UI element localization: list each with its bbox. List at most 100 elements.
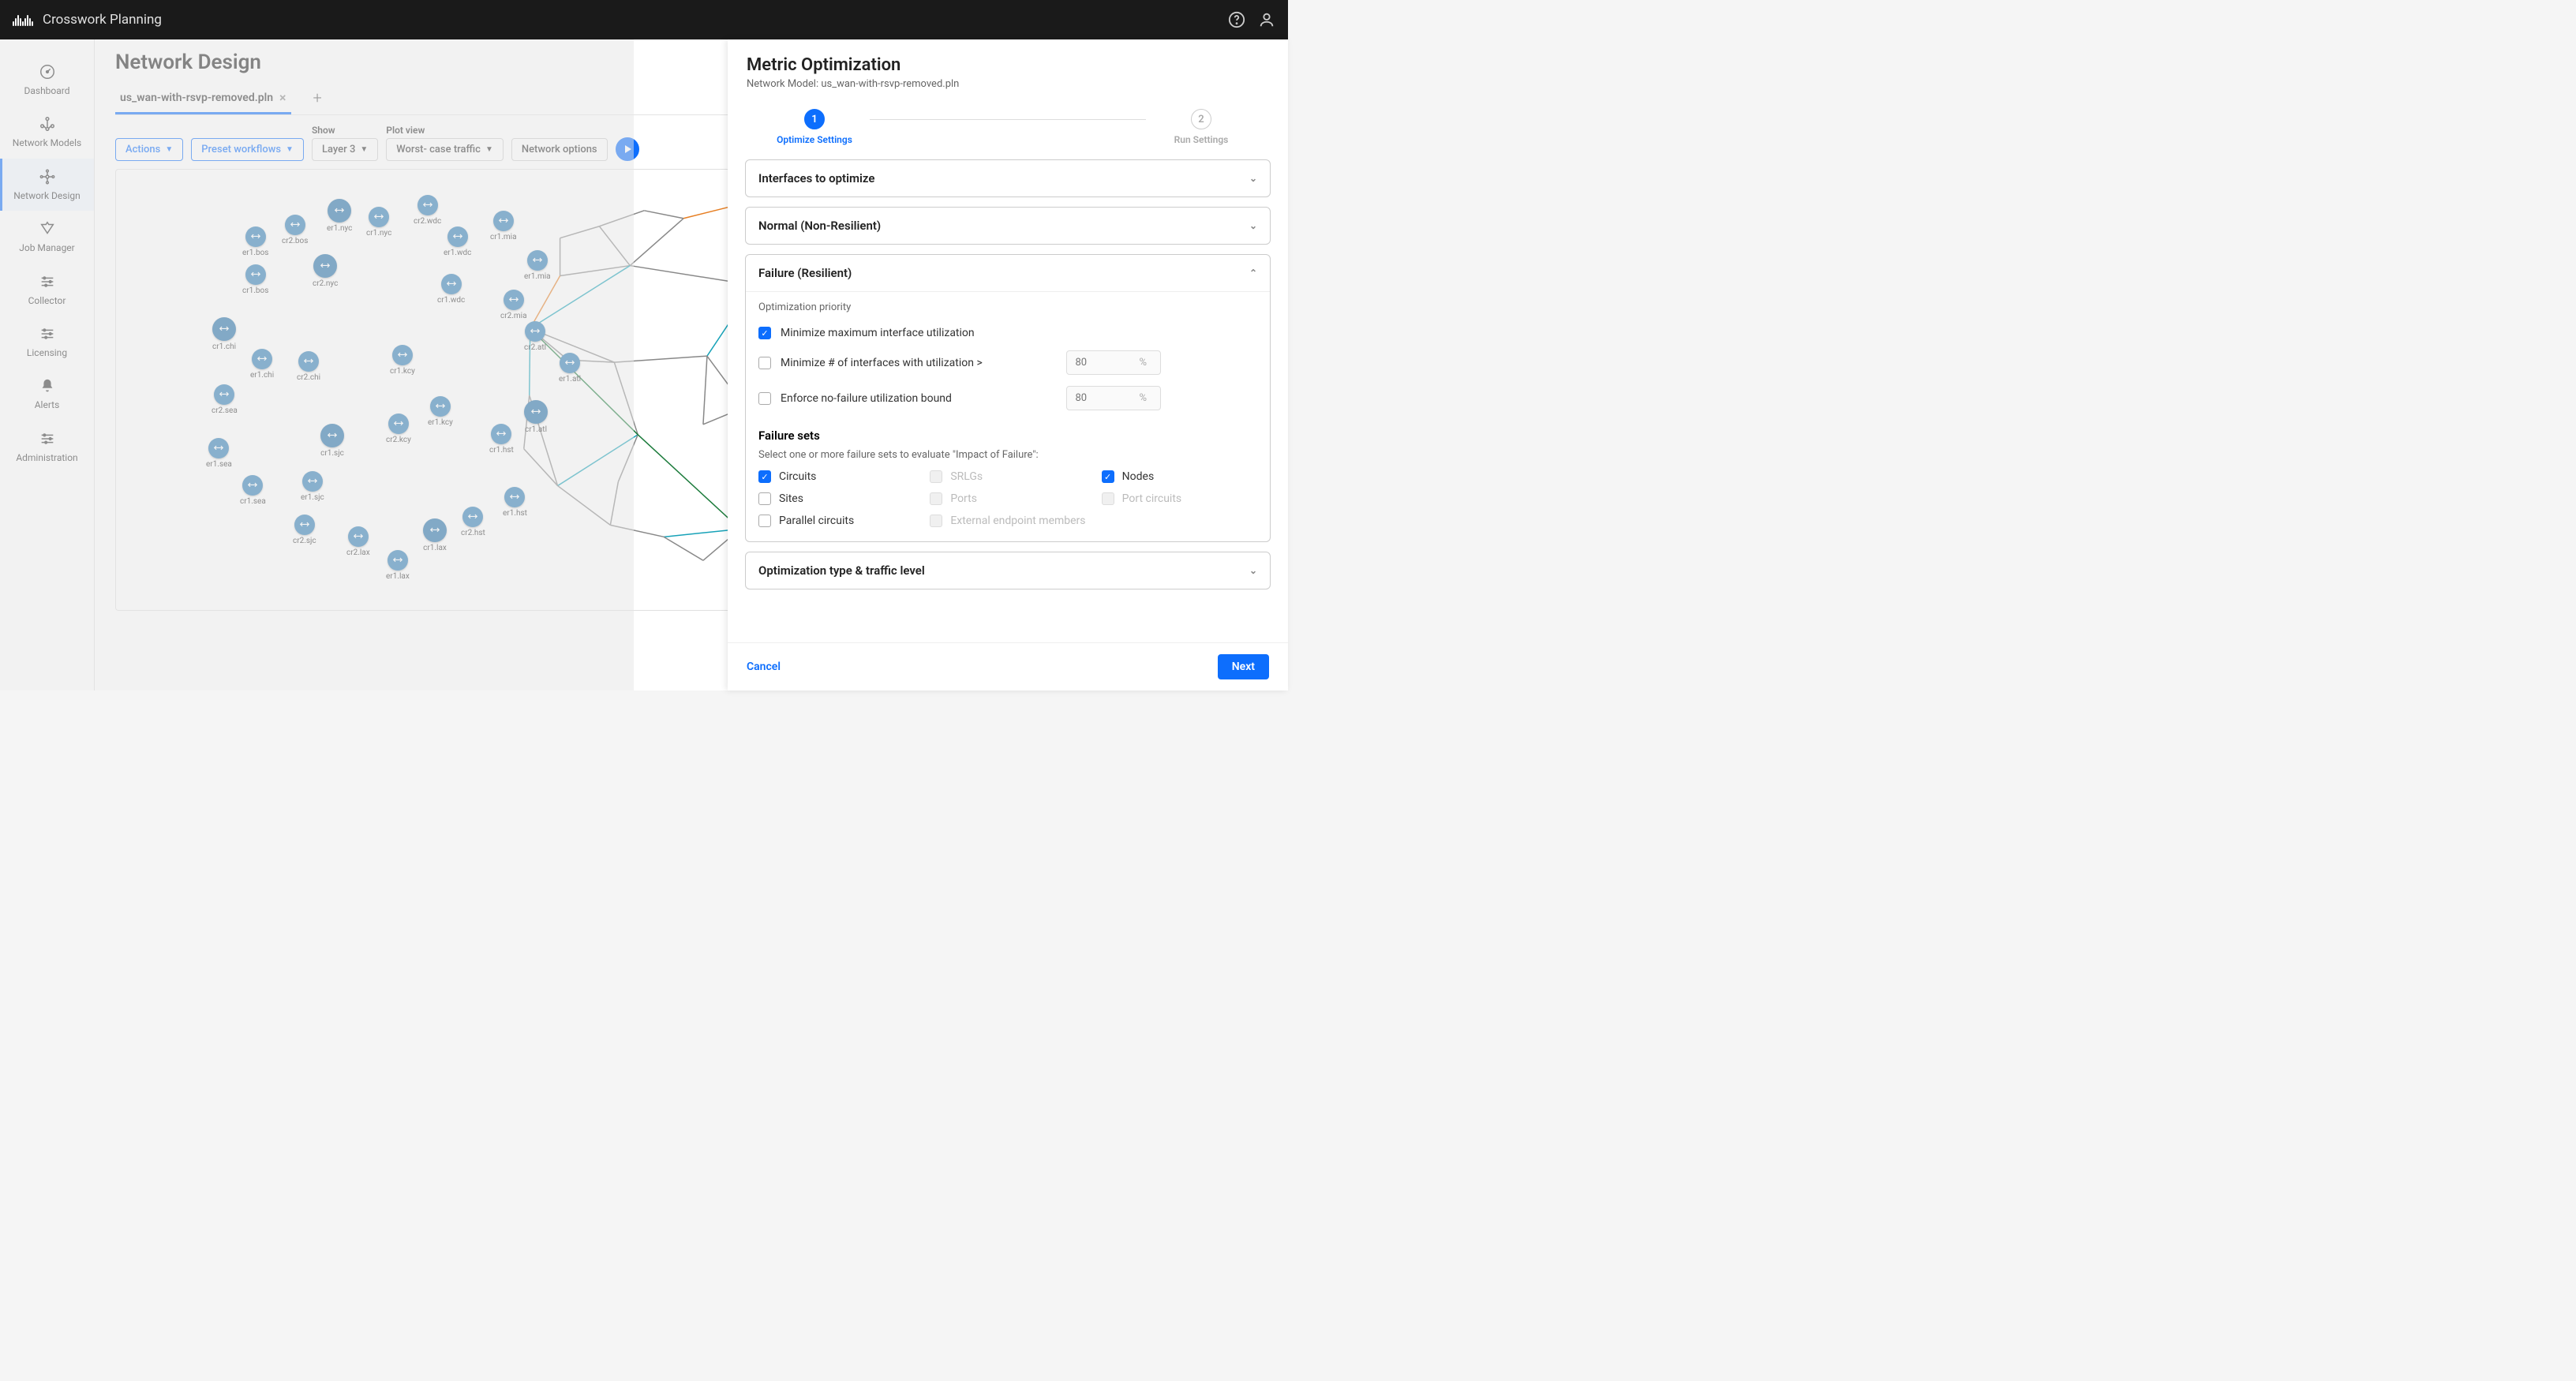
user-icon[interactable] <box>1258 11 1275 28</box>
network-node[interactable]: cr2.chi <box>297 351 320 382</box>
network-node[interactable]: cr2.mia <box>500 290 527 320</box>
preset-workflows-dropdown[interactable]: Preset workflows ▼ <box>191 138 304 161</box>
router-icon <box>462 507 483 527</box>
network-node[interactable]: er1.sea <box>206 438 232 469</box>
add-tab-button[interactable]: + <box>313 88 322 112</box>
sidebar-item-network-models[interactable]: Network Models <box>0 106 94 158</box>
network-node[interactable]: cr1.lax <box>423 518 447 552</box>
chevron-down-icon: ▼ <box>286 145 294 154</box>
sidebar-item-licensing[interactable]: Licensing <box>0 316 94 368</box>
network-node[interactable]: er1.chi <box>250 349 274 380</box>
router-icon <box>388 414 409 434</box>
accordion-header-normal[interactable]: Normal (Non-Resilient) ⌄ <box>746 208 1270 244</box>
network-node[interactable]: er1.atl <box>559 353 581 384</box>
network-node[interactable]: cr2.atl <box>524 321 546 352</box>
checkbox-sites[interactable] <box>758 492 771 505</box>
plot-view-dropdown[interactable]: Worst- case traffic ▼ <box>386 138 504 161</box>
network-options-button[interactable]: Network options <box>511 138 608 161</box>
sidebar-item-label: Administration <box>16 452 77 463</box>
network-node[interactable]: cr2.nyc <box>313 254 338 288</box>
help-icon[interactable] <box>1228 11 1245 28</box>
layer-dropdown[interactable]: Layer 3 ▼ <box>312 138 378 161</box>
sidebar-item-label: Alerts <box>35 399 60 410</box>
chevron-down-icon: ▼ <box>360 145 368 154</box>
network-node[interactable]: cr1.nyc <box>366 207 391 238</box>
network-node[interactable]: cr1.wdc <box>437 274 465 305</box>
network-node[interactable]: er1.mia <box>524 250 551 281</box>
network-node[interactable]: cr1.hst <box>489 424 514 455</box>
step-run-settings[interactable]: 2 Run Settings <box>1146 109 1256 145</box>
fs-label: External endpoint members <box>950 515 1085 527</box>
section-title: Normal (Non-Resilient) <box>758 219 881 233</box>
play-button[interactable] <box>616 137 639 161</box>
accordion-header-failure[interactable]: Failure (Resilient) ⌃ <box>746 255 1270 291</box>
network-node[interactable]: cr2.wdc <box>414 195 441 226</box>
network-node[interactable]: cr1.atl <box>524 400 548 434</box>
network-node[interactable]: cr1.kcy <box>390 345 415 376</box>
fs-label: Sites <box>779 492 803 505</box>
network-node[interactable]: cr1.chi <box>212 317 236 351</box>
sidebar-item-job-manager[interactable]: Job Manager <box>0 211 94 263</box>
failure-sets-title: Failure sets <box>758 429 1257 443</box>
checkbox-circuits[interactable] <box>758 470 771 483</box>
accordion-header-interfaces[interactable]: Interfaces to optimize ⌄ <box>746 160 1270 196</box>
checkbox-minimize-num[interactable] <box>758 357 771 369</box>
network-node[interactable]: cr2.lax <box>346 526 370 557</box>
fs-sites: Sites <box>758 492 914 505</box>
node-label: cr1.nyc <box>366 229 391 238</box>
sidebar-item-network-design[interactable]: Network Design <box>0 159 94 211</box>
network-node[interactable]: cr2.hst <box>461 507 485 537</box>
checkbox-enforce[interactable] <box>758 392 771 405</box>
network-node[interactable]: er1.wdc <box>444 226 471 257</box>
node-label: er1.sea <box>206 460 232 469</box>
network-node[interactable]: cr1.mia <box>490 211 517 241</box>
file-tab[interactable]: us_wan-with-rsvp-removed.pln × <box>115 85 291 114</box>
sidebar-item-alerts[interactable]: Alerts <box>0 368 94 420</box>
sidebar-item-collector[interactable]: Collector <box>0 264 94 316</box>
network-node[interactable]: er1.kcy <box>428 396 453 427</box>
sidebar-item-dashboard[interactable]: Dashboard <box>0 54 94 106</box>
cisco-logo <box>13 13 33 26</box>
network-node[interactable]: cr2.sea <box>212 384 238 415</box>
chevron-down-icon: ⌄ <box>1249 220 1257 231</box>
step-label: Optimize Settings <box>777 134 852 145</box>
group-label: Plot view <box>386 125 504 136</box>
sidebar: Dashboard Network Models Network Design … <box>0 39 95 690</box>
router-icon <box>252 349 272 369</box>
router-icon <box>245 226 266 247</box>
section-title: Optimization type & traffic level <box>758 563 925 578</box>
chevron-up-icon: ⌃ <box>1249 268 1257 279</box>
network-node[interactable]: cr1.bos <box>242 264 268 295</box>
chevron-down-icon: ⌄ <box>1249 173 1257 184</box>
actions-dropdown[interactable]: Actions ▼ <box>115 138 183 161</box>
group-label: Show <box>312 125 378 136</box>
network-node[interactable]: cr2.sjc <box>293 515 316 545</box>
sidebar-item-administration[interactable]: Administration <box>0 421 94 473</box>
network-node[interactable]: cr1.sjc <box>320 424 344 458</box>
node-label: cr1.sjc <box>320 449 344 458</box>
node-label: er1.nyc <box>327 224 352 233</box>
option-label: Minimize # of interfaces with utilizatio… <box>781 357 983 369</box>
cancel-button[interactable]: Cancel <box>747 654 781 679</box>
checkbox-minimize-max[interactable] <box>758 327 771 339</box>
network-node[interactable]: er1.bos <box>242 226 268 257</box>
network-node[interactable]: er1.sjc <box>301 471 324 502</box>
node-label: er1.atl <box>559 375 581 384</box>
router-icon <box>493 211 514 231</box>
network-node[interactable]: er1.hst <box>503 487 527 518</box>
step-optimize-settings[interactable]: 1 Optimize Settings <box>759 109 870 145</box>
network-node[interactable]: cr1.sea <box>240 475 266 506</box>
accordion-header-opttype[interactable]: Optimization type & traffic level ⌄ <box>746 552 1270 589</box>
router-icon <box>504 290 524 310</box>
checkbox-parallel[interactable] <box>758 515 771 527</box>
utilization-threshold-input[interactable] <box>1066 350 1161 375</box>
fs-port-circuits: Port circuits <box>1102 492 1257 505</box>
close-icon[interactable]: × <box>279 92 286 104</box>
next-button[interactable]: Next <box>1218 654 1269 679</box>
utilization-bound-input[interactable] <box>1066 386 1161 410</box>
network-node[interactable]: er1.lax <box>386 550 410 581</box>
network-node[interactable]: er1.nyc <box>327 199 352 233</box>
checkbox-nodes[interactable] <box>1102 470 1114 483</box>
network-node[interactable]: cr2.bos <box>282 215 308 245</box>
network-node[interactable]: cr2.kcy <box>386 414 411 444</box>
